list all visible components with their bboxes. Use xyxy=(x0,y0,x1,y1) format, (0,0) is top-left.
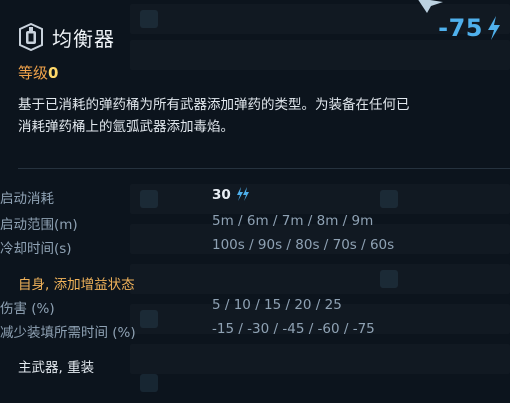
perk-tooltip: 均衡器 -75 等级0 基于已消耗的弹药桶为所有武器添加弹药的类型。为装备在任何… xyxy=(0,0,510,403)
perk-header: 均衡器 xyxy=(18,22,115,52)
lightning-bolt-icon xyxy=(488,16,500,40)
perk-level: 等级0 xyxy=(18,62,58,83)
double-bolt-icon xyxy=(236,187,249,201)
reload-label: 减少装填所需时间 (%) xyxy=(0,325,136,341)
cooldown-values: 100s / 90s / 80s / 70s / 60s xyxy=(212,237,395,253)
perk-description: 基于已消耗的弹药桶为所有武器添加弹药的类型。为装备在任何已 消耗弹药桶上的氩弧武… xyxy=(18,94,510,138)
activation-range-values: 5m / 6m / 7m / 8m / 9m xyxy=(212,213,374,229)
description-line: 消耗弹药桶上的氩弧武器添加毒焰。 xyxy=(18,119,234,135)
weapon-types: 主武器, 重装 xyxy=(18,360,95,376)
activation-range-label: 启动范围(m) xyxy=(0,217,78,233)
activation-cost-value: 30 xyxy=(212,187,250,203)
perk-cost: -75 xyxy=(438,14,502,42)
description-line: 基于已消耗的弹药桶为所有武器添加弹药的类型。为装备在任何已 xyxy=(18,97,410,113)
buff-section-label: 自身, 添加增益状态 xyxy=(18,277,135,293)
equalizer-perk-icon xyxy=(19,23,43,51)
reload-values: -15 / -30 / -45 / -60 / -75 xyxy=(212,321,375,337)
damage-values: 5 / 10 / 15 / 20 / 25 xyxy=(212,297,342,313)
perk-title: 均衡器 xyxy=(52,26,115,51)
cost-value: -75 xyxy=(438,14,483,42)
level-label: 等级 xyxy=(18,64,49,82)
divider xyxy=(18,168,510,169)
energy-value: 30 xyxy=(212,187,231,203)
cooldown-label: 冷却时间(s) xyxy=(0,241,72,257)
level-value: 0 xyxy=(48,64,59,82)
cursor-arrow-icon xyxy=(418,0,443,13)
activation-cost-label: 启动消耗 xyxy=(0,191,54,207)
damage-label: 伤害 (%) xyxy=(0,301,55,317)
